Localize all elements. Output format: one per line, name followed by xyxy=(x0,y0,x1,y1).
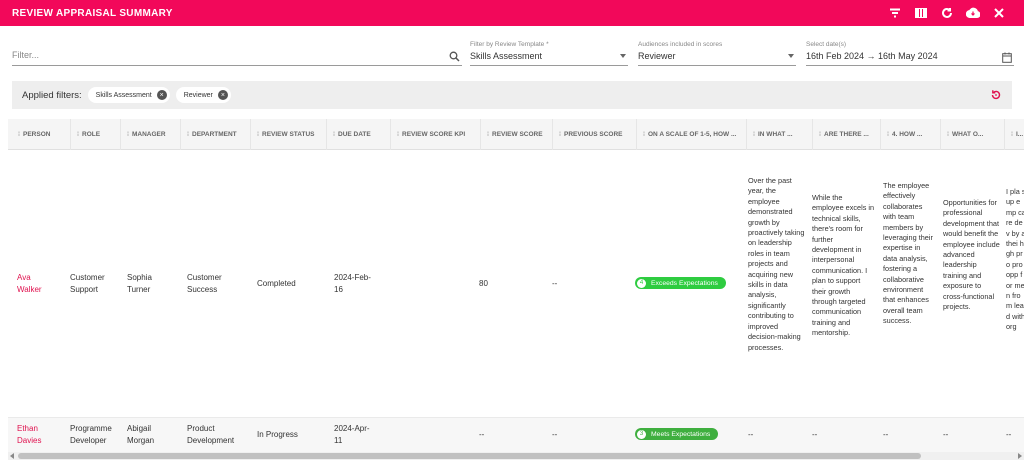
date-range-field[interactable]: Select date(s) 16th Feb 2024 → 16th May … xyxy=(806,40,1014,66)
template-select-value: Skills Assessment xyxy=(470,51,543,61)
department-cell: Product Development xyxy=(187,424,235,445)
column-header-previous-score[interactable]: ⁞ PREVIOUS SCORE xyxy=(552,119,636,150)
appraisal-table: ⁞ PERSON ⁞ ROLE ⁞ MANAGER ⁞ DEPARTMENT ⁞ REVI… xyxy=(8,119,1024,453)
audiences-select-label: Audiences included in scores xyxy=(638,41,723,48)
rating-number: 4 xyxy=(637,278,646,288)
reset-filters-icon[interactable] xyxy=(990,89,1002,101)
role-cell: Programme Developer xyxy=(70,424,112,445)
filter-chip: Reviewer × xyxy=(175,87,231,103)
filter-icon[interactable] xyxy=(882,0,908,26)
calendar-icon[interactable] xyxy=(1002,50,1012,68)
app-header: REVIEW APPRAISAL SUMMARY xyxy=(0,0,1024,26)
column-header-q2[interactable]: ⁞ ARE THERE ... xyxy=(812,119,880,150)
answer-q5: I pla sup emp care dev by a thei high pr… xyxy=(1006,187,1024,332)
role-cell: Customer Support xyxy=(70,273,105,294)
applied-filters-title: Applied filters: xyxy=(22,89,82,101)
answer-q3: -- xyxy=(883,430,889,439)
answer-q4: -- xyxy=(943,430,949,439)
search-input[interactable] xyxy=(12,50,432,60)
audiences-select[interactable]: Audiences included in scores Reviewer xyxy=(638,40,796,66)
answer-q2: While the employee excels in technical s… xyxy=(812,193,875,338)
manager-cell: Abigail Morgan xyxy=(127,424,155,445)
department-cell: Customer Success xyxy=(187,273,222,294)
refresh-icon[interactable] xyxy=(934,0,960,26)
answer-q1: -- xyxy=(748,430,754,439)
answer-q2: -- xyxy=(812,430,818,439)
table-row[interactable]: Ava Walker Customer Support Sophia Turne… xyxy=(8,150,1024,418)
columns-icon[interactable] xyxy=(908,0,934,26)
scroll-right-arrow-icon[interactable] xyxy=(1018,453,1022,459)
horizontal-scrollbar[interactable] xyxy=(8,452,1024,460)
review-score-cell: -- xyxy=(479,430,485,439)
status-cell: In Progress xyxy=(257,430,298,439)
page-title: REVIEW APPRAISAL SUMMARY xyxy=(12,7,173,19)
filter-bar: Filter by Review Template * Skills Asses… xyxy=(12,40,1016,66)
column-header-q1[interactable]: ⁞ IN WHAT ... xyxy=(746,119,812,150)
rating-badge: 3 Meets Expectations xyxy=(635,428,719,440)
audiences-select-value: Reviewer xyxy=(638,51,676,61)
remove-chip-icon[interactable]: × xyxy=(217,90,228,100)
chevron-down-icon xyxy=(788,54,794,58)
due-date-cell: 2024-Apr- 11 xyxy=(334,424,370,445)
rating-label: Exceeds Expectations xyxy=(651,279,718,287)
column-header-q4[interactable]: ⁞ WHAT O... xyxy=(940,119,1004,150)
column-header-rating[interactable]: ⁞ ON A SCALE OF 1-5, HOW ... xyxy=(636,119,746,150)
column-header-due-date[interactable]: ⁞ DUE DATE xyxy=(326,119,390,150)
filter-chip: Skills Assessment × xyxy=(87,87,170,103)
person-name[interactable]: Ethan Davies xyxy=(17,423,57,446)
manager-cell: Sophia Turner xyxy=(127,273,152,294)
previous-score-cell: -- xyxy=(552,279,558,288)
column-header-department[interactable]: ⁞ DEPARTMENT xyxy=(180,119,250,150)
previous-score-cell: -- xyxy=(552,430,558,439)
column-header-q5[interactable]: ⁞ I... xyxy=(1004,119,1024,150)
person-name[interactable]: Ava Walker xyxy=(17,272,57,295)
remove-chip-icon[interactable]: × xyxy=(156,90,167,100)
review-score-cell: 80 xyxy=(479,279,488,288)
answer-q3: The employee effectively collaborates wi… xyxy=(883,181,933,326)
template-select[interactable]: Filter by Review Template * Skills Asses… xyxy=(470,40,628,66)
cloud-download-icon[interactable] xyxy=(960,0,986,26)
answer-q5: -- xyxy=(1006,430,1012,439)
filter-chip-label: Skills Assessment xyxy=(95,91,152,99)
column-header-role[interactable]: ⁞ ROLE xyxy=(70,119,120,150)
status-cell: Completed xyxy=(257,279,296,288)
due-date-cell: 2024-Feb- 16 xyxy=(334,273,371,294)
column-header-q3[interactable]: ⁞ 4. HOW ... xyxy=(880,119,940,150)
applied-filters-bar: Applied filters: Skills Assessment × Rev… xyxy=(12,81,1012,109)
header-actions xyxy=(882,0,1012,26)
filter-chip-label: Reviewer xyxy=(183,91,213,99)
search-icon[interactable] xyxy=(449,49,460,67)
answer-q4: Opportunities for professional developme… xyxy=(943,198,1000,312)
scrollbar-thumb[interactable] xyxy=(18,453,921,459)
scroll-left-arrow-icon[interactable] xyxy=(10,453,14,459)
column-header-review-score-kpi[interactable]: ⁞ REVIEW SCORE KPI xyxy=(390,119,480,150)
column-header-review-score[interactable]: ⁞ REVIEW SCORE xyxy=(480,119,552,150)
date-range-value: 16th Feb 2024 → 16th May 2024 xyxy=(806,51,938,61)
date-range-label: Select date(s) xyxy=(806,41,847,48)
template-select-label: Filter by Review Template * xyxy=(470,41,549,48)
rating-badge: 4 Exceeds Expectations xyxy=(635,277,726,289)
rating-number: 3 xyxy=(637,429,646,439)
answer-q1: Over the past year, the employee demonst… xyxy=(748,176,805,352)
table-row[interactable]: Ethan Davies Programme Developer Abigail… xyxy=(8,418,1024,453)
column-header-review-status[interactable]: ⁞ REVIEW STATUS xyxy=(250,119,326,150)
rating-label: Meets Expectations xyxy=(651,430,711,438)
column-header-person[interactable]: ⁞ PERSON xyxy=(8,119,70,150)
close-icon[interactable] xyxy=(986,0,1012,26)
column-header-manager[interactable]: ⁞ MANAGER xyxy=(120,119,180,150)
table-header: ⁞ PERSON ⁞ ROLE ⁞ MANAGER ⁞ DEPARTMENT ⁞ REVI… xyxy=(8,119,1024,150)
search-field[interactable] xyxy=(12,40,462,66)
chevron-down-icon xyxy=(620,54,626,58)
